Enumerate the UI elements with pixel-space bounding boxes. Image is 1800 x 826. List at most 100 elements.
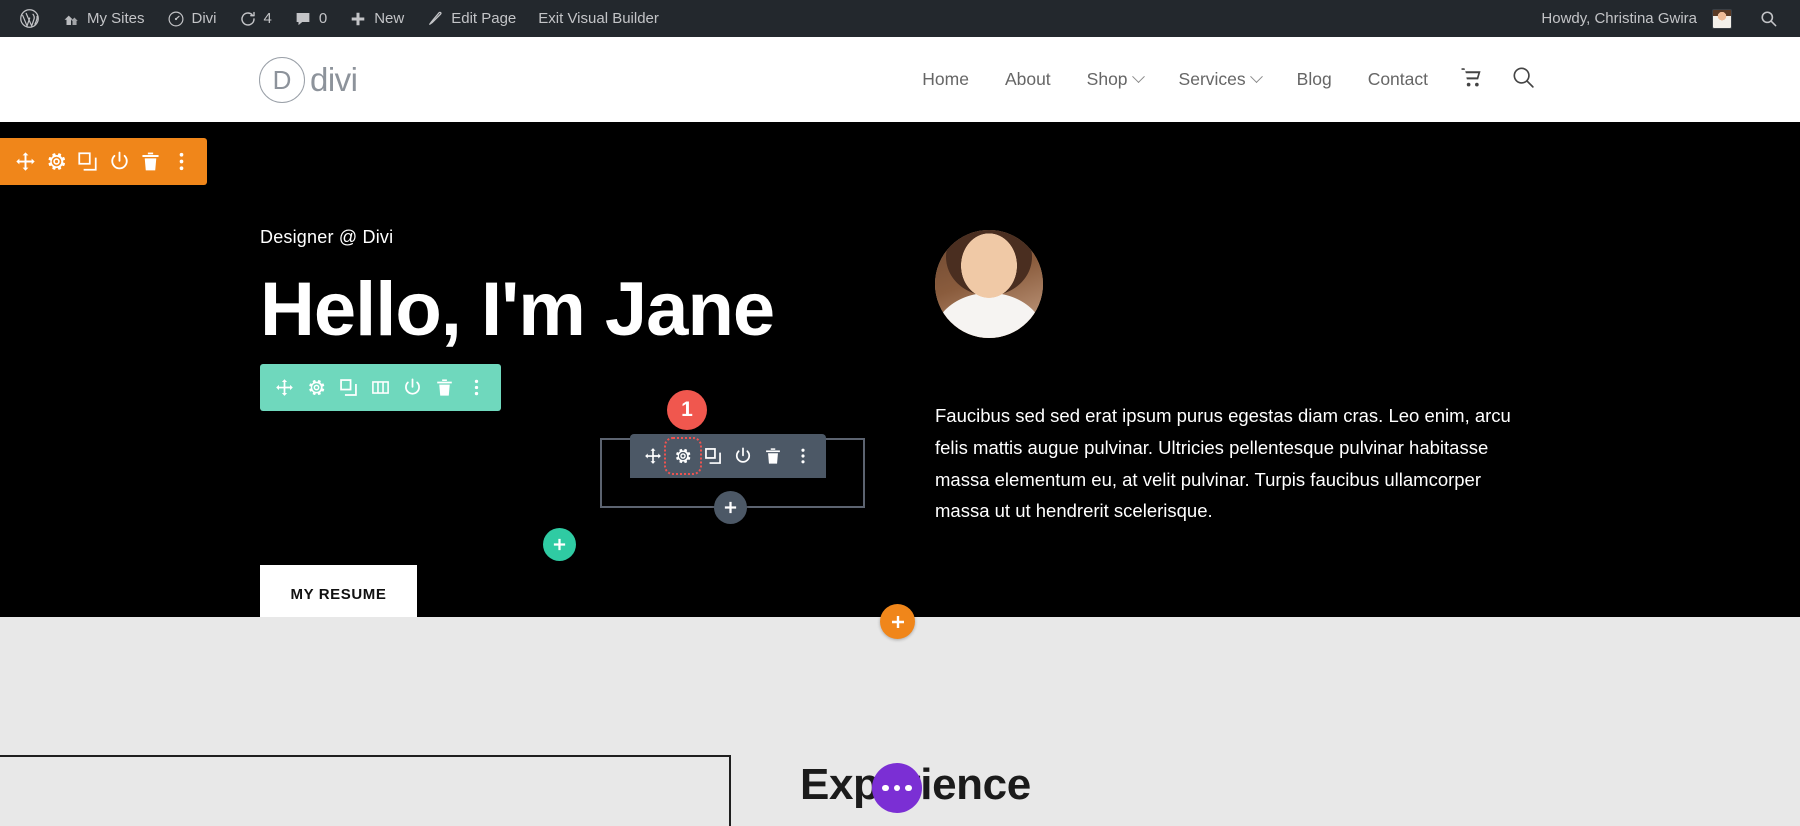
step-badge-1: 1 <box>667 390 707 430</box>
admin-bar-label: Exit Visual Builder <box>538 10 659 27</box>
nav-item-shop[interactable]: Shop <box>1069 69 1161 90</box>
duplicate-icon <box>77 151 98 172</box>
nav-item-about[interactable]: About <box>987 69 1069 90</box>
admin-bar-item-comments[interactable]: 0 <box>283 0 338 37</box>
cart-button[interactable] <box>1446 66 1497 94</box>
gear-icon <box>307 378 326 397</box>
trash-icon <box>435 378 454 397</box>
nav-label: Shop <box>1086 69 1128 89</box>
hero-media-column: Faucibus sed sed erat ipsum purus egesta… <box>935 230 1525 527</box>
section-duplicate-button[interactable] <box>73 147 103 177</box>
chevron-down-icon <box>1131 70 1145 84</box>
plus-icon <box>890 614 906 630</box>
nav-item-contact[interactable]: Contact <box>1350 69 1446 90</box>
wordpress-logo-menu[interactable] <box>8 0 51 37</box>
nav-item-services[interactable]: Services <box>1161 69 1279 90</box>
page-settings-bar-button[interactable] <box>872 763 922 813</box>
admin-bar-label: Divi <box>191 10 217 27</box>
hero-heading: Hello, I'm Jane <box>260 267 775 352</box>
admin-bar-howdy-account[interactable]: Howdy, Christina Gwira <box>1530 0 1743 37</box>
row-delete-button[interactable] <box>432 375 458 401</box>
kebab-menu-icon <box>467 378 486 397</box>
module-placeholder-outline <box>0 755 731 826</box>
my-resume-button[interactable]: MY RESUME <box>260 565 417 623</box>
nav-label: About <box>1004 69 1051 89</box>
admin-bar-item-my-sites[interactable]: My Sites <box>51 0 156 37</box>
section-move-button[interactable] <box>11 147 41 177</box>
section-settings-button[interactable] <box>42 147 72 177</box>
comments-icon <box>294 10 312 28</box>
section-more-options-button[interactable] <box>166 147 196 177</box>
plus-icon <box>552 537 567 552</box>
module-more-options-button[interactable] <box>791 444 815 468</box>
hero-eyebrow: Designer @ Divi <box>260 227 394 247</box>
nav-label: Services <box>1178 69 1246 89</box>
section-toolbar <box>0 138 207 185</box>
module-toolbar <box>630 434 826 478</box>
admin-bar-label: Edit Page <box>451 10 517 27</box>
plus-icon <box>723 500 738 515</box>
section-delete-button[interactable] <box>135 147 165 177</box>
module-disable-button[interactable] <box>731 444 755 468</box>
ellipsis-icon <box>882 784 889 792</box>
row-duplicate-button[interactable] <box>335 375 361 401</box>
power-icon <box>403 378 422 397</box>
search-icon <box>1759 9 1778 28</box>
admin-bar-item-divi[interactable]: Divi <box>156 0 228 37</box>
divi-visual-builder-screen: My Sites Divi 4 0 New Edit Page Exit Vis… <box>0 0 1800 826</box>
ellipsis-icon <box>905 784 912 792</box>
move-icon <box>644 447 662 465</box>
add-row-button[interactable] <box>543 528 576 561</box>
admin-bar-item-edit-page[interactable]: Edit Page <box>415 0 527 37</box>
admin-bar-item-exit-visual-builder[interactable]: Exit Visual Builder <box>527 0 670 37</box>
admin-bar-item-new[interactable]: New <box>338 0 415 37</box>
divi-logo-text: divi <box>310 60 358 98</box>
module-move-button[interactable] <box>641 444 665 468</box>
duplicate-icon <box>704 447 722 465</box>
site-header: D divi Home About Shop Services Blog Con <box>0 37 1800 122</box>
power-icon <box>109 151 130 172</box>
kebab-menu-icon <box>794 447 812 465</box>
row-columns-button[interactable] <box>367 375 393 401</box>
row-more-options-button[interactable] <box>464 375 490 401</box>
sites-icon <box>62 10 80 28</box>
admin-bar-label: New <box>374 10 405 27</box>
row-settings-button[interactable] <box>303 375 329 401</box>
gear-icon <box>674 447 692 465</box>
section-disable-button[interactable] <box>104 147 134 177</box>
admin-bar-left-group: My Sites Divi 4 0 New Edit Page Exit Vis… <box>0 0 670 37</box>
nav-item-blog[interactable]: Blog <box>1279 69 1350 90</box>
nav-item-home[interactable]: Home <box>904 69 987 90</box>
move-icon <box>275 378 294 397</box>
add-section-button[interactable] <box>880 604 915 639</box>
site-logo[interactable]: D divi <box>259 56 358 103</box>
row-disable-button[interactable] <box>400 375 426 401</box>
admin-bar-item-updates[interactable]: 4 <box>228 0 283 37</box>
trash-icon <box>140 151 161 172</box>
wordpress-admin-bar: My Sites Divi 4 0 New Edit Page Exit Vis… <box>0 0 1800 37</box>
ellipsis-icon <box>893 784 901 792</box>
wordpress-logo-icon <box>19 8 40 29</box>
divi-logo-mark: D <box>259 56 305 103</box>
header-search-button[interactable] <box>1497 65 1550 95</box>
power-icon <box>734 447 752 465</box>
howdy-label: Howdy, Christina Gwira <box>1541 10 1697 27</box>
row-toolbar <box>260 364 501 411</box>
nav-label: Contact <box>1367 69 1428 89</box>
move-icon <box>15 151 36 172</box>
trash-icon <box>764 447 782 465</box>
main-navigation: Home About Shop Services Blog Contact <box>904 65 1550 95</box>
avatar <box>1712 8 1732 29</box>
admin-bar-label: My Sites <box>87 10 145 27</box>
add-module-button[interactable] <box>714 491 747 524</box>
portrait-image <box>935 230 1043 338</box>
admin-bar-search-button[interactable] <box>1743 9 1790 28</box>
my-resume-button-label: MY RESUME <box>290 585 387 603</box>
module-settings-button[interactable] <box>664 437 702 475</box>
row-move-button[interactable] <box>271 375 297 401</box>
pencil-icon <box>426 10 444 28</box>
nav-label: Home <box>922 69 969 89</box>
module-duplicate-button[interactable] <box>701 444 725 468</box>
module-delete-button[interactable] <box>761 444 785 468</box>
admin-bar-right-group: Howdy, Christina Gwira <box>1530 0 1800 37</box>
